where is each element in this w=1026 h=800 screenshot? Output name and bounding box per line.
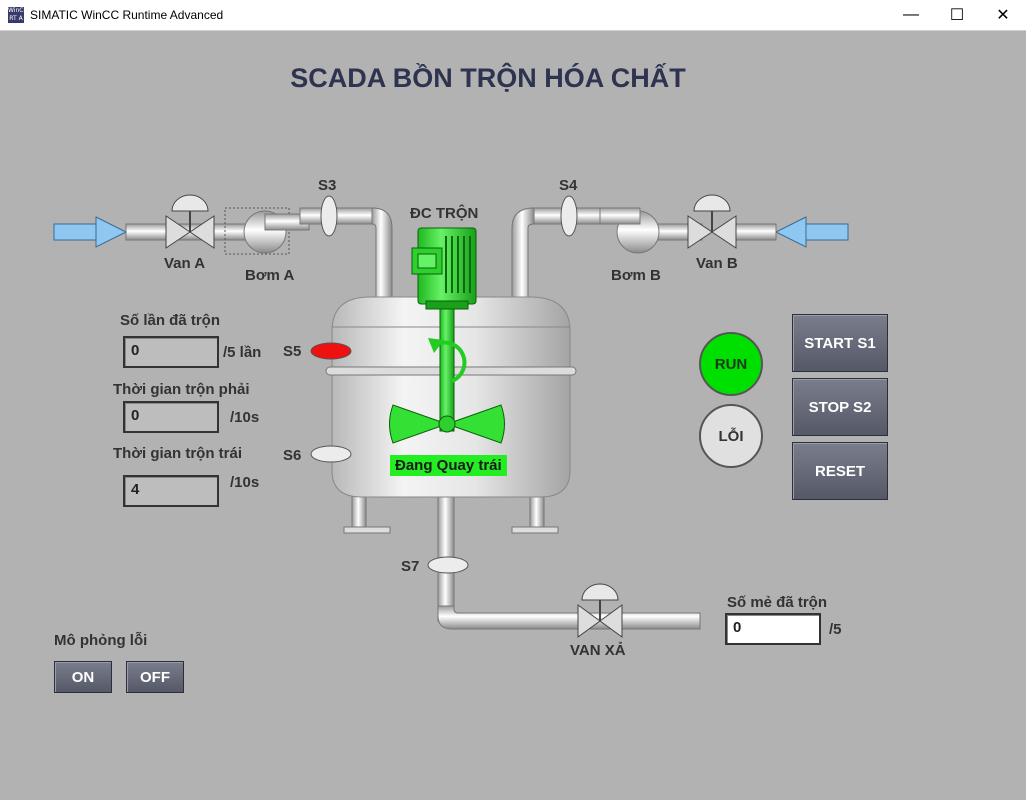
close-button[interactable]: ✕ <box>980 0 1026 30</box>
reset-button[interactable]: RESET <box>792 442 888 500</box>
pipe-a-elbow <box>371 207 393 302</box>
sensor-s5-label: S5 <box>283 343 302 360</box>
inlet-arrow-left-icon <box>53 216 128 248</box>
pipe-inlet-b <box>729 223 777 241</box>
mix-count-field: 0 <box>123 336 219 368</box>
fault-sim-on-button[interactable]: ON <box>54 661 112 693</box>
window-titlebar: WinCC RT A SIMATIC WinCC Runtime Advance… <box>0 0 1026 31</box>
window-title: SIMATIC WinCC Runtime Advanced <box>30 8 224 22</box>
left-time-unit: /10s <box>230 474 260 491</box>
left-time-label: Thời gian trộn trái <box>113 445 242 462</box>
valve-a-label: Van A <box>164 255 206 272</box>
pipe-b-elbow <box>511 207 535 302</box>
pump-b-icon <box>595 207 660 254</box>
right-time-label: Thời gian trộn phải <box>113 381 250 398</box>
sensor-s3-icon <box>320 195 338 237</box>
batch-count-field: 0 <box>725 613 821 645</box>
start-button[interactable]: START S1 <box>792 314 888 372</box>
sensor-s3-label: S3 <box>318 177 337 194</box>
mixer-shaft <box>439 308 455 432</box>
sensor-s4-icon <box>560 195 578 237</box>
minimize-button[interactable]: — <box>888 0 934 30</box>
pump-a-label: Bơm A <box>245 267 295 284</box>
stop-button[interactable]: STOP S2 <box>792 378 888 436</box>
sensor-s5-icon <box>310 342 352 360</box>
fault-sim-off-button[interactable]: OFF <box>126 661 184 693</box>
wincc-app-icon: WinCC RT A <box>8 7 28 23</box>
sensor-s7-icon <box>427 556 469 574</box>
sensor-s6-icon <box>310 445 352 463</box>
mix-count-label: Số lần đã trộn <box>120 312 221 329</box>
left-time-field: 4 <box>123 475 219 507</box>
fault-sim-label: Mô phỏng lỗi <box>54 632 148 649</box>
sensor-s6-label: S6 <box>283 447 302 464</box>
batch-count-unit: /5 <box>829 621 842 638</box>
valve-b-label: Van B <box>696 255 738 272</box>
right-time-field: 0 <box>123 401 219 433</box>
maximize-button[interactable]: ☐ <box>934 0 980 30</box>
drain-pipe-horizontal <box>437 605 701 630</box>
right-time-unit: /10s <box>230 409 260 426</box>
close-icon: ✕ <box>996 7 1010 24</box>
sensor-s7-label: S7 <box>401 558 420 575</box>
batch-count-label: Số mẻ đã trộn <box>727 594 828 611</box>
valve-b-icon <box>687 194 737 249</box>
maximize-icon: ☐ <box>949 7 965 24</box>
minimize-icon: — <box>903 6 919 23</box>
pump-b-label: Bơm B <box>611 267 661 284</box>
motor-status-label: Đang Quay trái <box>390 455 507 476</box>
drain-pipe-vertical <box>437 490 455 622</box>
hmi-screen: SCADA BỒN TRỘN HÓA CHẤT S3 S4 ĐC TRỘN Va… <box>0 31 1026 800</box>
fault-indicator: LỖI <box>699 404 763 468</box>
run-indicator: RUN <box>699 332 763 396</box>
sensor-s4-label: S4 <box>559 177 578 194</box>
mixer-motor-icon <box>411 227 477 310</box>
page-title: SCADA BỒN TRỘN HÓA CHẤT <box>290 63 686 93</box>
drain-valve-label: VAN XẢ <box>570 642 626 659</box>
inlet-arrow-right-icon <box>774 216 849 248</box>
mix-count-unit: /5 lần <box>223 344 262 361</box>
motor-label: ĐC TRỘN <box>410 205 479 222</box>
